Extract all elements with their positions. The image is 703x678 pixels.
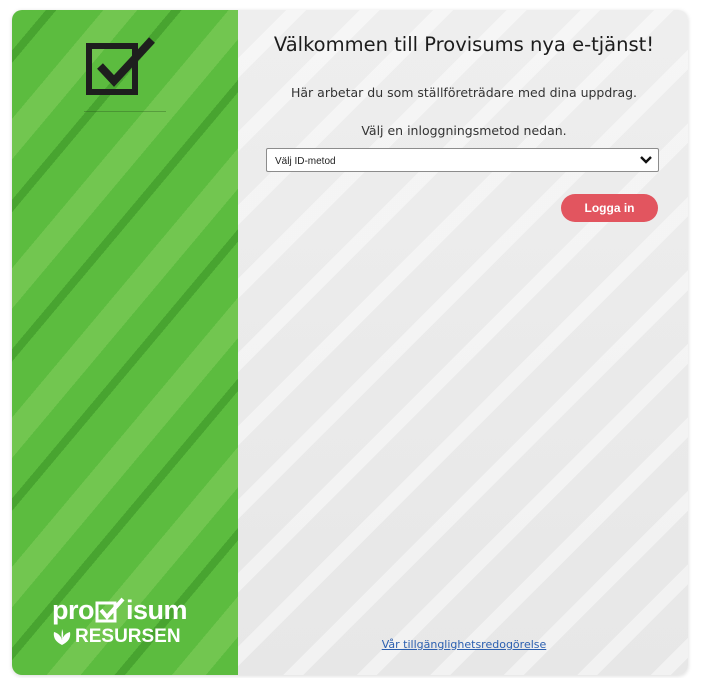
login-method-label: Välj en inloggningsmetod nedan. (361, 123, 567, 138)
accessibility-link[interactable]: Vår tillgänglighetsredogörelse (238, 638, 688, 651)
page-title: Välkommen till Provisums nya e-tjänst! (273, 33, 655, 56)
brand-sidebar: pro isum RESURSEN (12, 10, 238, 675)
login-card: pro isum RESURSEN Välkommen till Provisu… (12, 10, 688, 675)
login-button[interactable]: Logga in (561, 194, 658, 222)
logo-divider (84, 111, 166, 112)
login-panel: Välkommen till Provisums nya e-tjänst! H… (238, 10, 688, 675)
id-method-select-wrapper[interactable]: Välj ID-metod (266, 148, 659, 173)
brand-text-isum: isum (126, 595, 188, 625)
id-method-select[interactable]: Välj ID-metod (267, 150, 658, 173)
brand-check-icon (95, 597, 125, 623)
provisum-logo: pro isum RESURSEN (52, 596, 202, 648)
brand-wordmark: pro isum (52, 596, 202, 624)
leaf-icon (53, 629, 71, 645)
brand-text-pro: pro (52, 595, 95, 625)
brand-sub: RESURSEN (52, 626, 202, 648)
page-subtitle: Här arbetar du som ställföreträdare med … (290, 85, 638, 100)
brand-sub-text: RESURSEN (75, 626, 181, 647)
checkbox-icon (86, 37, 155, 95)
